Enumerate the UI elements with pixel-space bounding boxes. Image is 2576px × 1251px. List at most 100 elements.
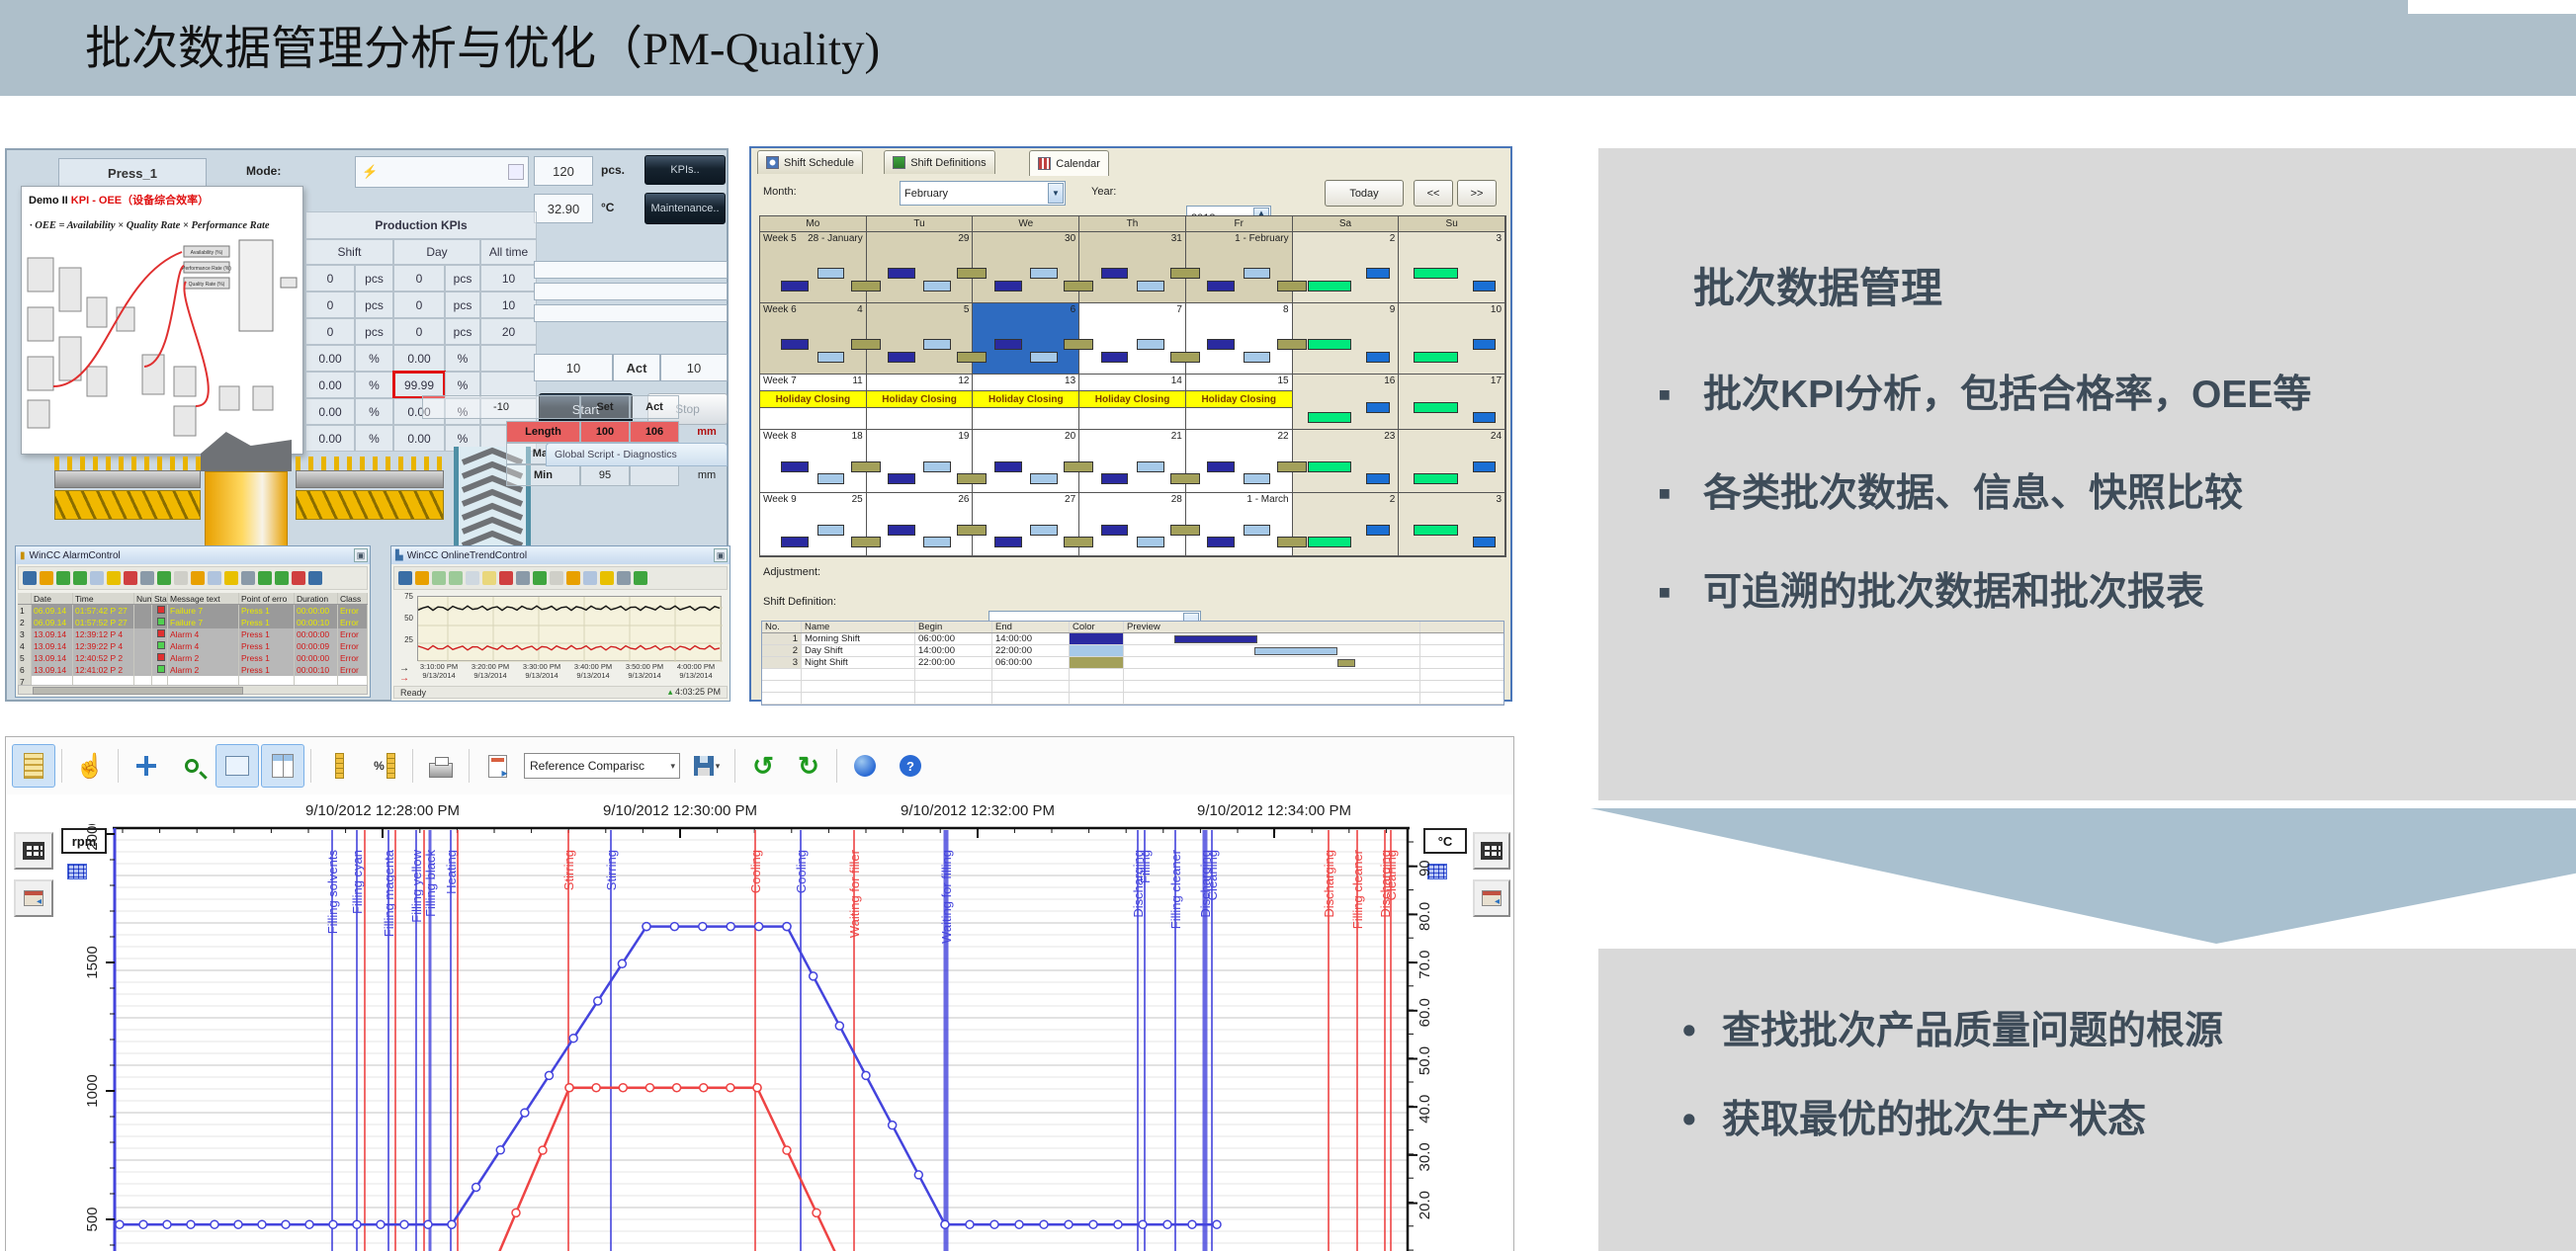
one-to-one-button[interactable] bbox=[215, 744, 259, 788]
reference-comparison-dropdown[interactable]: Reference Comparisc▾ bbox=[524, 753, 680, 779]
print-icon[interactable] bbox=[241, 571, 255, 585]
help-button[interactable]: ? bbox=[889, 744, 932, 788]
play-icon[interactable] bbox=[634, 571, 647, 585]
last-icon[interactable] bbox=[482, 571, 496, 585]
calendar-day-cell[interactable]: 19 bbox=[867, 430, 974, 492]
calendar-day-cell[interactable]: 17 bbox=[1399, 375, 1505, 429]
today-button[interactable]: Today bbox=[1325, 180, 1404, 207]
calendar-day-cell[interactable]: 23 bbox=[1293, 430, 1400, 492]
page-icon[interactable] bbox=[40, 571, 53, 585]
hand-button[interactable]: ☝ bbox=[68, 744, 112, 788]
month-select[interactable]: February▼ bbox=[900, 181, 1066, 206]
calendar-day-cell[interactable]: 9 bbox=[1293, 303, 1400, 374]
percent-ruler-button[interactable]: % bbox=[363, 744, 406, 788]
calendar-day-cell[interactable]: 30 bbox=[973, 232, 1079, 302]
next-icon[interactable] bbox=[466, 571, 479, 585]
maintenance-button[interactable]: Maintenance.. bbox=[644, 193, 726, 224]
alarm-row[interactable]: 313.09.1412:39:12 P 4Alarm 4Press 100:00… bbox=[18, 628, 368, 640]
calendar-day-cell[interactable]: 29 bbox=[867, 232, 974, 302]
stop-icon[interactable] bbox=[566, 571, 580, 585]
ruler-icon[interactable] bbox=[533, 571, 547, 585]
calendar-day-cell[interactable]: 31 bbox=[1079, 232, 1186, 302]
calendar-day-cell[interactable]: 1 - March bbox=[1186, 493, 1293, 555]
ack-icon[interactable] bbox=[157, 571, 171, 585]
calendar-day-cell[interactable]: 12Holiday Closing bbox=[867, 375, 974, 429]
move-icon[interactable] bbox=[516, 571, 530, 585]
export-page-button[interactable] bbox=[475, 744, 519, 788]
ruler-button[interactable] bbox=[317, 744, 361, 788]
calendar-day-cell[interactable]: 15Holiday Closing bbox=[1186, 375, 1293, 429]
alarm-hscrollbar[interactable] bbox=[18, 685, 368, 695]
calendar-icon[interactable] bbox=[415, 571, 429, 585]
calendar-day-cell[interactable]: 2 bbox=[1293, 232, 1400, 302]
first-icon[interactable] bbox=[432, 571, 446, 585]
alert-icon[interactable] bbox=[124, 571, 137, 585]
updown-icon[interactable] bbox=[140, 571, 154, 585]
calendar-day-cell[interactable]: 7 bbox=[1079, 303, 1186, 374]
calendar-day-cell[interactable]: 2 bbox=[1293, 493, 1400, 555]
export-icon[interactable] bbox=[308, 571, 322, 585]
calendar-day-cell[interactable]: 24 bbox=[1399, 430, 1505, 492]
kpis-button[interactable]: KPIs.. bbox=[644, 155, 726, 185]
help-icon[interactable] bbox=[398, 571, 412, 585]
tab-calendar[interactable]: Calendar bbox=[1029, 150, 1109, 176]
down-green-icon[interactable] bbox=[292, 571, 305, 585]
calendar-day-cell[interactable]: 28 bbox=[1079, 493, 1186, 555]
calendar-day-cell[interactable]: 16 bbox=[1293, 375, 1400, 429]
mode-combo[interactable]: ⚡ bbox=[355, 156, 529, 188]
calendar-day-cell[interactable]: 6 bbox=[973, 303, 1079, 374]
calendar-day-cell[interactable]: 5 bbox=[867, 303, 974, 374]
calendar-day-cell[interactable]: 10 bbox=[1399, 303, 1505, 374]
shift-row[interactable]: 3Night Shift22:00:0006:00:00 bbox=[762, 657, 1503, 669]
print-icon[interactable] bbox=[583, 571, 597, 585]
sort-icon[interactable] bbox=[258, 571, 272, 585]
zoom-button[interactable] bbox=[170, 744, 214, 788]
tags-icon[interactable] bbox=[617, 571, 631, 585]
trend-window-titlebar[interactable]: ▙ WinCC OnlineTrendControl ▣ bbox=[391, 546, 730, 564]
save-button[interactable]: ▾ bbox=[685, 744, 729, 788]
alarm-row[interactable]: 513.09.1412:40:52 P 2Alarm 2Press 100:00… bbox=[18, 652, 368, 664]
combo-button[interactable] bbox=[508, 164, 524, 180]
chevron-down-icon[interactable]: ▼ bbox=[1048, 183, 1064, 204]
up-green-icon[interactable] bbox=[275, 571, 289, 585]
calendar-day-cell[interactable]: 22 bbox=[1186, 430, 1293, 492]
info-icon[interactable] bbox=[23, 571, 37, 585]
calendar-day-cell[interactable]: 3 bbox=[1399, 232, 1505, 302]
trend-close-icon[interactable]: ▣ bbox=[714, 548, 728, 562]
check-in-icon[interactable] bbox=[56, 571, 70, 585]
calendar-day-cell[interactable]: 20 bbox=[973, 430, 1079, 492]
move-button[interactable] bbox=[125, 744, 168, 788]
calendar-day-cell[interactable]: 25Week 9 bbox=[760, 493, 867, 555]
lock-icon[interactable] bbox=[107, 571, 121, 585]
ack-all-icon[interactable] bbox=[174, 571, 188, 585]
tab-shift-definitions[interactable]: Shift Definitions bbox=[884, 150, 994, 174]
prev-icon[interactable] bbox=[449, 571, 463, 585]
alarm-close-icon[interactable]: ▣ bbox=[354, 548, 368, 562]
calendar-day-cell[interactable]: 26 bbox=[867, 493, 974, 555]
online-help-button[interactable] bbox=[843, 744, 887, 788]
alarm-row[interactable]: 206.09.1401:57:52 P 27Failure 7Press 100… bbox=[18, 617, 368, 628]
calendar-day-cell[interactable]: 27 bbox=[973, 493, 1079, 555]
calendar-day-cell[interactable]: 14Holiday Closing bbox=[1079, 375, 1186, 429]
calendar-day-cell[interactable]: 28 - JanuaryWeek 5 bbox=[760, 232, 867, 302]
doc-icon[interactable] bbox=[90, 571, 104, 585]
tab-shift-schedule[interactable]: Shift Schedule bbox=[757, 150, 863, 174]
alarm-window-titlebar[interactable]: ▮ WinCC AlarmControl ▣ bbox=[16, 546, 370, 564]
calendar-day-cell[interactable]: 4Week 6 bbox=[760, 303, 867, 374]
alarm-row[interactable]: 413.09.1412:39:22 P 4Alarm 4Press 100:00… bbox=[18, 640, 368, 652]
check-out-icon[interactable] bbox=[73, 571, 87, 585]
calendar-day-cell[interactable]: 13Holiday Closing bbox=[973, 375, 1079, 429]
calendar-day-cell[interactable]: 18Week 8 bbox=[760, 430, 867, 492]
unlock-icon[interactable] bbox=[224, 571, 238, 585]
next-month-button[interactable]: >> bbox=[1457, 180, 1497, 207]
table-view-button[interactable] bbox=[261, 744, 304, 788]
import-archive-button[interactable]: ↺ bbox=[741, 744, 785, 788]
select-icon[interactable] bbox=[550, 571, 563, 585]
calendar-day-cell[interactable]: 1 - February bbox=[1186, 232, 1293, 302]
person-icon[interactable] bbox=[191, 571, 205, 585]
shift-row[interactable]: 2Day Shift14:00:0022:00:00 bbox=[762, 645, 1503, 657]
calendar-day-cell[interactable]: 11Week 7Holiday Closing bbox=[760, 375, 867, 429]
alarm-row[interactable]: 613.09.1412:41:02 P 2Alarm 2Press 100:00… bbox=[18, 664, 368, 676]
copy-icon[interactable] bbox=[208, 571, 221, 585]
zoom-icon[interactable] bbox=[499, 571, 513, 585]
